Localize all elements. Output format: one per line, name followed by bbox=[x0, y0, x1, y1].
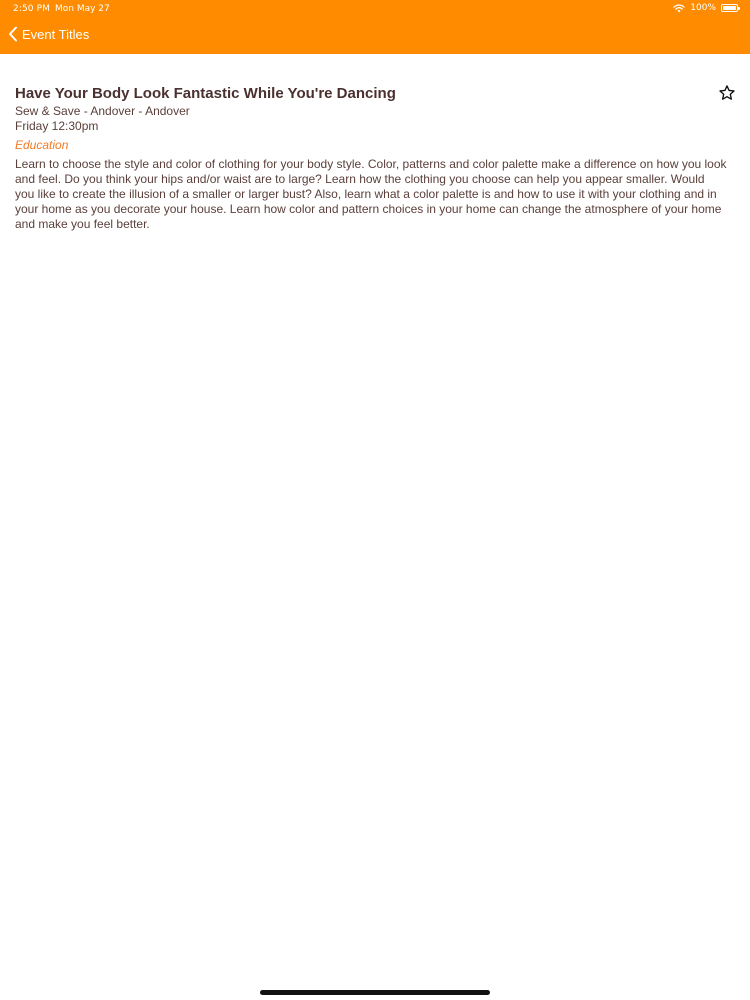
event-detail: Have Your Body Look Fantastic While You'… bbox=[15, 84, 727, 232]
event-time: Friday 12:30pm bbox=[15, 119, 99, 133]
chevron-left-icon bbox=[8, 26, 18, 42]
battery-percentage: 100% bbox=[690, 3, 716, 13]
home-indicator[interactable] bbox=[260, 990, 490, 995]
back-button-label: Event Titles bbox=[22, 26, 90, 42]
event-description: Learn to choose the style and color of c… bbox=[15, 157, 727, 231]
status-indicators: 100% bbox=[673, 3, 740, 13]
nav-bar: Event Titles bbox=[0, 18, 750, 54]
wifi-icon bbox=[673, 3, 685, 13]
status-date: Mon May 27 bbox=[55, 4, 110, 14]
status-bar: 2:50 PM Mon May 27 100% bbox=[0, 0, 750, 18]
event-location: Sew & Save - Andover - Andover bbox=[15, 104, 190, 118]
status-time: 2:50 PM bbox=[13, 4, 50, 14]
event-title: Have Your Body Look Fantastic While You'… bbox=[15, 85, 396, 102]
back-button[interactable]: Event Titles bbox=[8, 26, 89, 42]
navigation-header: 2:50 PM Mon May 27 100% Event Titles bbox=[0, 0, 750, 54]
battery-icon bbox=[721, 4, 740, 12]
event-category: Education bbox=[15, 138, 69, 152]
